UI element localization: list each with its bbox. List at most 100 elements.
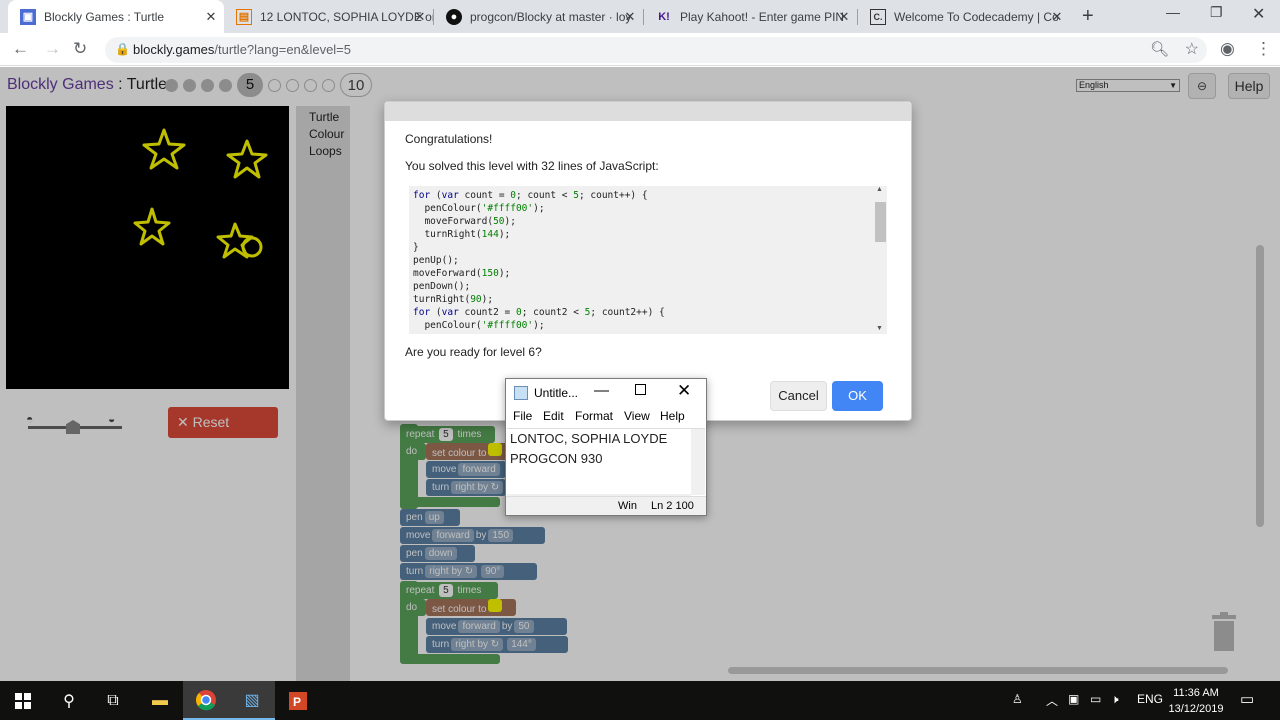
task-view-icon[interactable]: ⧉ xyxy=(90,681,136,720)
minimize-icon[interactable]: — xyxy=(1166,4,1180,20)
tab-classroom[interactable]: ▤ 12 LONTOC, SOPHIA LOYDE or ✕ xyxy=(224,0,433,33)
bookmark-star-icon[interactable]: ☆ xyxy=(1185,39,1199,59)
notepad-titlebar[interactable]: Untitle... — ✕ xyxy=(506,379,706,407)
language-select[interactable]: English ▼ xyxy=(1076,79,1180,92)
powerpoint-icon[interactable]: P xyxy=(275,681,321,720)
level-dot[interactable] xyxy=(304,78,317,92)
turn-direction-field[interactable]: right by ↻ xyxy=(425,565,478,578)
move-block[interactable]: move forward xyxy=(426,461,506,478)
input-language[interactable]: ENG xyxy=(1137,692,1163,706)
set-colour-block[interactable]: set colour to xyxy=(426,599,516,616)
reset-button[interactable]: ✕ Reset xyxy=(168,407,278,438)
level-dot[interactable] xyxy=(268,78,281,92)
help-button[interactable]: Help xyxy=(1228,73,1270,99)
repeat-count[interactable]: 5 xyxy=(439,428,453,441)
menu-edit[interactable]: Edit xyxy=(543,409,564,423)
file-explorer-icon[interactable]: ▬ xyxy=(137,681,183,720)
tab-codecademy[interactable]: C. Welcome To Codecademy | Co ✕ xyxy=(858,0,1070,33)
antivirus-icon[interactable]: ▣ xyxy=(1068,692,1079,706)
scroll-down-icon[interactable]: ▼ xyxy=(876,325,883,332)
menu-view[interactable]: View xyxy=(624,409,650,423)
turn-block[interactable]: turn right by ↻ xyxy=(426,479,506,496)
close-icon[interactable]: ✕ xyxy=(677,381,691,401)
pen-state-field[interactable]: down xyxy=(424,547,457,560)
close-icon[interactable]: ✕ xyxy=(837,9,851,25)
speed-slider[interactable]: ◓ ◒ xyxy=(26,412,126,442)
direction-field[interactable]: forward xyxy=(432,529,474,542)
volume-icon[interactable]: 🕨 xyxy=(1111,692,1119,707)
colour-swatch[interactable] xyxy=(488,599,503,612)
chevron-up-icon[interactable]: ︿ xyxy=(1046,692,1058,709)
pen-state-field[interactable]: up xyxy=(424,511,444,524)
back-icon[interactable]: ← xyxy=(12,39,29,59)
toolbox-category-colour[interactable]: Colour xyxy=(296,126,350,143)
cancel-button[interactable]: Cancel xyxy=(770,381,827,411)
angle-field[interactable]: 90° xyxy=(481,565,505,578)
last-level[interactable]: 10 xyxy=(340,73,372,97)
maximize-icon[interactable] xyxy=(635,384,646,395)
code-scrollbar[interactable]: ▲ ▼ xyxy=(873,186,887,334)
close-icon[interactable]: ✕ xyxy=(623,9,637,25)
workspace-vertical-scrollbar[interactable] xyxy=(1256,245,1264,527)
restore-icon[interactable]: ❐ xyxy=(1210,4,1223,21)
app-title[interactable]: Blockly Games xyxy=(7,76,114,93)
tab-github[interactable]: ● progcon/Blocky at master · loy ✕ xyxy=(434,0,643,33)
close-icon[interactable]: ✕ xyxy=(413,9,427,25)
set-colour-block[interactable]: set colour to xyxy=(426,443,514,460)
dialog-header[interactable] xyxy=(385,102,911,121)
vertical-scrollbar[interactable] xyxy=(691,429,705,495)
distance-field[interactable]: 50 xyxy=(514,620,534,633)
system-clock[interactable]: 11:36 AM 13/12/2019 xyxy=(1166,685,1226,717)
repeat-block[interactable]: repeat 5 times xyxy=(400,426,495,443)
direction-field[interactable]: forward xyxy=(458,463,500,476)
pen-up-block[interactable]: pen up xyxy=(400,509,460,526)
search-icon[interactable]: ⚲ xyxy=(46,681,92,720)
new-tab-icon[interactable]: + xyxy=(1082,5,1094,28)
pen-down-block[interactable]: pen down xyxy=(400,545,475,562)
forward-icon[interactable]: → xyxy=(44,39,61,59)
level-dot[interactable] xyxy=(286,78,299,92)
notifications-icon[interactable]: ▭ xyxy=(1240,690,1254,708)
level-dot[interactable] xyxy=(201,78,214,92)
scroll-thumb[interactable] xyxy=(875,202,886,242)
turn-block[interactable]: turn right by ↻ 144° xyxy=(426,636,568,653)
move-block[interactable]: move forward by 150 xyxy=(400,527,545,544)
menu-icon[interactable]: ⋮ xyxy=(1255,39,1272,59)
level-dot[interactable] xyxy=(322,78,335,92)
menu-file[interactable]: File xyxy=(513,409,532,423)
turn-direction-field[interactable]: right by ↻ xyxy=(451,481,504,494)
network-icon[interactable]: ▭ xyxy=(1090,692,1101,706)
turn-block[interactable]: turn right by ↻ 90° xyxy=(400,563,537,580)
people-icon[interactable]: ♙ xyxy=(1012,692,1023,706)
slider-knob[interactable] xyxy=(66,420,80,434)
trash-icon[interactable] xyxy=(1210,612,1238,652)
distance-field[interactable]: 150 xyxy=(488,529,514,542)
close-icon[interactable]: ✕ xyxy=(1050,9,1064,25)
close-icon[interactable]: ✕ xyxy=(204,9,218,25)
chrome-icon[interactable] xyxy=(183,681,229,720)
link-button[interactable]: ⊖ xyxy=(1188,73,1216,99)
angle-field[interactable]: 144° xyxy=(507,638,536,651)
move-block[interactable]: move forward by 50 xyxy=(426,618,567,635)
level-dot[interactable] xyxy=(219,78,232,92)
colour-swatch[interactable] xyxy=(488,443,503,456)
toolbox-category-turtle[interactable]: Turtle xyxy=(296,109,350,126)
tab-kahoot[interactable]: K! Play Kahoot! - Enter game PIN ✕ xyxy=(644,0,857,33)
address-bar[interactable]: 🔒 blockly.games/turtle?lang=en&level=5 🔍… xyxy=(105,37,1207,63)
level-dot[interactable] xyxy=(165,78,178,92)
repeat-block[interactable]: repeat 5 times xyxy=(400,582,498,599)
direction-field[interactable]: forward xyxy=(458,620,500,633)
notepad-text-area[interactable]: LONTOC, SOPHIA LOYDE PROGCON 930 xyxy=(507,428,705,508)
notepad-taskbar-icon[interactable]: ▧ xyxy=(229,681,275,720)
menu-help[interactable]: Help xyxy=(660,409,685,423)
level-dot[interactable] xyxy=(183,78,196,92)
toolbox-category-loops[interactable]: Loops xyxy=(296,143,350,160)
windows-start-icon[interactable] xyxy=(0,681,46,720)
profile-icon[interactable]: ◉ xyxy=(1220,39,1235,59)
turn-direction-field[interactable]: right by ↻ xyxy=(451,638,504,651)
menu-format[interactable]: Format xyxy=(575,409,613,423)
ok-button[interactable]: OK xyxy=(832,381,883,411)
reload-icon[interactable]: ↻ xyxy=(73,39,87,59)
scroll-up-icon[interactable]: ▲ xyxy=(876,186,883,193)
zoom-icon[interactable]: 🔍︎ xyxy=(1150,40,1169,58)
